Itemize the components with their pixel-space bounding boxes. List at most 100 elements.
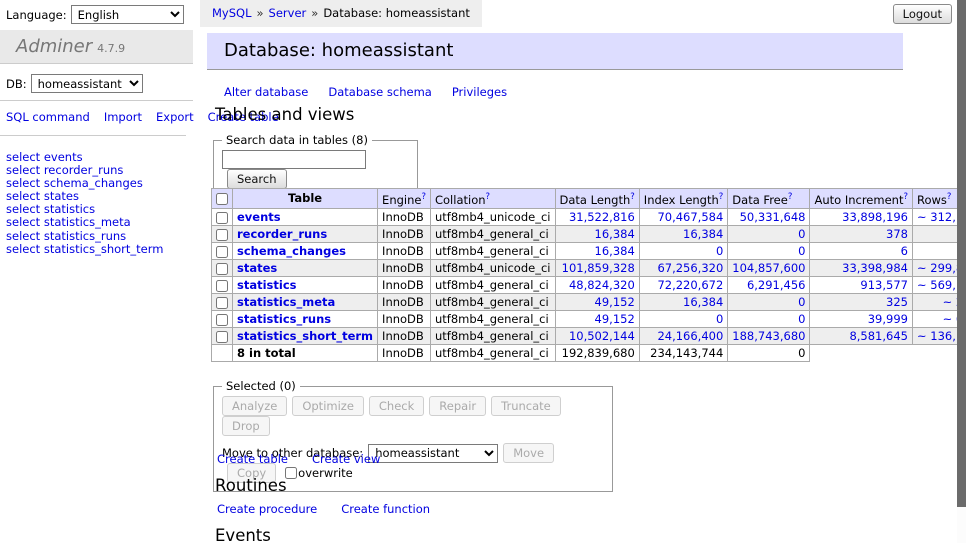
- select-statistics-short-term-link[interactable]: select statistics_short_term: [6, 243, 163, 256]
- breadcrumb-server-link[interactable]: Server: [269, 6, 307, 20]
- col-header-data-length: Data Length?: [555, 189, 639, 209]
- sql-command-link[interactable]: SQL command: [6, 110, 90, 124]
- privileges-link[interactable]: Privileges: [452, 85, 507, 99]
- collation-cell: utf8mb4_general_ci: [430, 225, 555, 242]
- data-length-link[interactable]: 31,522,816: [569, 210, 635, 224]
- data-length-cell: 48,824,320: [555, 276, 639, 293]
- analyze-button[interactable]: Analyze: [222, 396, 287, 416]
- auto-increment-link[interactable]: 378: [886, 227, 908, 241]
- table-link-events[interactable]: events: [237, 210, 281, 224]
- data-length-link[interactable]: 101,859,328: [562, 261, 635, 275]
- select-all-checkbox[interactable]: [216, 193, 228, 205]
- index-length-cell: 0: [639, 310, 728, 327]
- data-length-link[interactable]: 16,384: [595, 244, 635, 258]
- help-icon[interactable]: ?: [903, 192, 908, 202]
- breadcrumb-mysql-link[interactable]: MySQL: [212, 6, 252, 20]
- select-statistics-runs-link[interactable]: select statistics_runs: [6, 230, 163, 243]
- data-free-link[interactable]: 0: [798, 244, 805, 258]
- row-checkbox-statistics-runs[interactable]: [216, 314, 228, 326]
- app-name[interactable]: Adminer: [16, 36, 92, 57]
- repair-button[interactable]: Repair: [429, 396, 486, 416]
- index-length-link[interactable]: 24,166,400: [657, 329, 723, 343]
- auto-increment-link[interactable]: 33,398,984: [842, 261, 908, 275]
- data-length-link[interactable]: 16,384: [595, 227, 635, 241]
- data-free-link[interactable]: 0: [798, 227, 805, 241]
- table-link-statistics-runs[interactable]: statistics_runs: [237, 312, 331, 326]
- drop-button[interactable]: Drop: [222, 416, 270, 436]
- alter-database-link[interactable]: Alter database: [224, 85, 308, 99]
- index-length-link[interactable]: 67,256,320: [657, 261, 723, 275]
- scrollbar-thumb[interactable]: [957, 0, 966, 507]
- move-button[interactable]: Move: [503, 443, 554, 463]
- index-length-link[interactable]: 72,220,672: [657, 278, 723, 292]
- db-select[interactable]: homeassistant: [31, 74, 143, 93]
- data-length-link[interactable]: 49,152: [595, 295, 635, 309]
- truncate-button[interactable]: Truncate: [491, 396, 561, 416]
- help-icon[interactable]: ?: [719, 192, 724, 202]
- selected-legend: Selected (0): [222, 379, 300, 393]
- create-view-link[interactable]: Create view: [312, 452, 380, 466]
- create-table-link[interactable]: Create table: [217, 452, 288, 466]
- data-length-link[interactable]: 10,502,144: [569, 329, 635, 343]
- language-select[interactable]: English: [71, 5, 184, 24]
- row-checkbox-statistics-short-term[interactable]: [216, 331, 228, 343]
- table-link-statistics-short-term[interactable]: statistics_short_term: [237, 329, 373, 343]
- table-link-schema-changes[interactable]: schema_changes: [237, 244, 346, 258]
- engine-cell: InnoDB: [378, 259, 431, 276]
- row-checkbox-recorder-runs[interactable]: [216, 229, 228, 241]
- row-checkbox-states[interactable]: [216, 263, 228, 275]
- data-length-link[interactable]: 49,152: [595, 312, 635, 326]
- data-free-link[interactable]: 188,743,680: [732, 329, 805, 343]
- breadcrumb-current: Database: homeassistant: [323, 6, 470, 20]
- auto-increment-link[interactable]: 39,999: [868, 312, 908, 326]
- select-statistics-meta-link[interactable]: select statistics_meta: [6, 216, 163, 229]
- row-checkbox-schema-changes[interactable]: [216, 246, 228, 258]
- help-icon[interactable]: ?: [421, 192, 426, 202]
- total-data-free: 0: [728, 344, 810, 361]
- index-length-link[interactable]: 0: [716, 244, 723, 258]
- table-link-recorder-runs[interactable]: recorder_runs: [237, 227, 327, 241]
- data-free-link[interactable]: 0: [798, 312, 805, 326]
- create-procedure-link[interactable]: Create procedure: [217, 502, 317, 516]
- search-button[interactable]: Search: [227, 169, 287, 189]
- data-free-link[interactable]: 50,331,648: [740, 210, 806, 224]
- data-length-link[interactable]: 48,824,320: [569, 278, 635, 292]
- index-length-link[interactable]: 70,467,584: [657, 210, 723, 224]
- help-icon[interactable]: ?: [788, 192, 793, 202]
- check-button[interactable]: Check: [369, 396, 424, 416]
- help-icon[interactable]: ?: [630, 192, 635, 202]
- search-input[interactable]: [222, 150, 366, 169]
- auto-increment-link[interactable]: 913,577: [860, 278, 908, 292]
- app-version[interactable]: 4.7.9: [97, 42, 125, 55]
- import-link[interactable]: Import: [104, 110, 142, 124]
- row-checkbox-statistics-meta[interactable]: [216, 297, 228, 309]
- auto-increment-link[interactable]: 8,581,645: [849, 329, 908, 343]
- help-icon[interactable]: ?: [947, 192, 952, 202]
- table-row: schema_changesInnoDButf8mb4_general_ci16…: [212, 242, 966, 259]
- data-free-link[interactable]: 0: [798, 295, 805, 309]
- overwrite-checkbox[interactable]: [285, 467, 297, 479]
- logout-button[interactable]: Logout: [893, 4, 952, 24]
- auto-increment-link[interactable]: 325: [886, 295, 908, 309]
- auto-increment-link[interactable]: 33,898,196: [842, 210, 908, 224]
- breadcrumb-separator: »: [257, 6, 264, 20]
- data-free-link[interactable]: 104,857,600: [732, 261, 805, 275]
- table-row: statistics_short_termInnoDButf8mb4_gener…: [212, 327, 966, 344]
- index-length-link[interactable]: 0: [716, 312, 723, 326]
- optimize-button[interactable]: Optimize: [292, 396, 364, 416]
- create-function-link[interactable]: Create function: [341, 502, 430, 516]
- help-icon[interactable]: ?: [486, 192, 491, 202]
- table-link-states[interactable]: states: [237, 261, 277, 275]
- database-schema-link[interactable]: Database schema: [328, 85, 431, 99]
- table-link-statistics[interactable]: statistics: [237, 278, 297, 292]
- index-length-link[interactable]: 16,384: [683, 295, 723, 309]
- table-link-statistics-meta[interactable]: statistics_meta: [237, 295, 335, 309]
- data-free-link[interactable]: 6,291,456: [747, 278, 806, 292]
- row-checkbox-events[interactable]: [216, 212, 228, 224]
- row-checkbox-statistics[interactable]: [216, 280, 228, 292]
- row-checkbox-cell: [212, 327, 233, 344]
- auto-increment-link[interactable]: 6: [901, 244, 908, 258]
- export-link[interactable]: Export: [156, 110, 194, 124]
- data-length-cell: 31,522,816: [555, 208, 639, 225]
- index-length-link[interactable]: 16,384: [683, 227, 723, 241]
